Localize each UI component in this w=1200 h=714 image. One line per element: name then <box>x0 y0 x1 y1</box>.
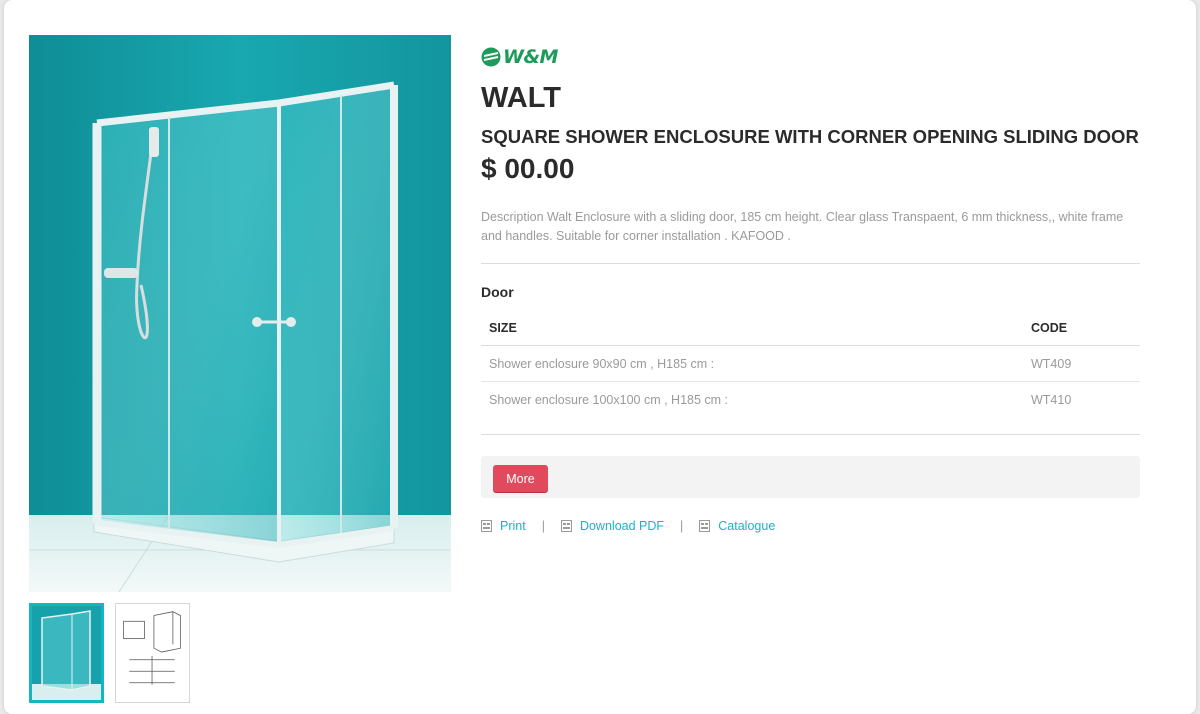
separator: | <box>680 519 684 533</box>
specs-table: SIZE CODE Shower enclosure 90x90 cm , H1… <box>481 310 1140 417</box>
catalogue-icon <box>699 520 711 532</box>
specs-section-title: Door <box>481 284 514 300</box>
product-card: W&M WALT SQUARE SHOWER ENCLOSURE WITH CO… <box>4 0 1196 714</box>
print-link[interactable]: Print <box>481 519 526 533</box>
thumbnail-diagram[interactable] <box>115 603 190 703</box>
table-row: Shower enclosure 90x90 cm , H185 cm : WT… <box>481 345 1140 382</box>
divider <box>481 434 1140 435</box>
action-links: Print | Download PDF | Catalogue <box>481 519 775 533</box>
brand-name: W&M <box>503 46 558 68</box>
table-row: Shower enclosure 100x100 cm , H185 cm : … <box>481 382 1140 418</box>
print-icon <box>481 520 492 532</box>
divider <box>481 263 1140 264</box>
size-cell: Shower enclosure 90x90 cm , H185 cm : <box>481 345 1023 382</box>
thumbnail-photo[interactable] <box>29 603 104 703</box>
wm-logo-icon <box>481 47 501 67</box>
pdf-icon <box>560 520 572 532</box>
code-cell: WT409 <box>1023 345 1140 382</box>
main-product-image[interactable] <box>29 35 451 592</box>
product-name: WALT <box>481 82 561 114</box>
product-price: $ 00.00 <box>481 153 575 184</box>
brand-logo: W&M <box>481 46 558 68</box>
size-column-header: SIZE <box>481 310 1023 346</box>
more-bar: More <box>481 456 1140 498</box>
size-cell: Shower enclosure 100x100 cm , H185 cm : <box>489 392 729 407</box>
product-description: Description Walt Enclosure with a slidin… <box>481 210 1124 243</box>
code-cell: WT410 <box>1031 392 1072 407</box>
catalogue-label: Catalogue <box>718 519 776 533</box>
code-column-header: CODE <box>1023 310 1140 346</box>
separator: | <box>541 519 545 533</box>
download-pdf-link[interactable]: Download PDF <box>560 519 665 533</box>
specs-header-row: SIZE CODE <box>481 310 1140 346</box>
print-label: Print <box>500 519 526 533</box>
download-pdf-label: Download PDF <box>579 519 665 533</box>
catalogue-link[interactable]: Catalogue <box>699 519 775 533</box>
more-button[interactable]: More <box>493 465 548 492</box>
product-subtitle: SQUARE SHOWER ENCLOSURE WITH CORNER OPEN… <box>481 126 1139 147</box>
